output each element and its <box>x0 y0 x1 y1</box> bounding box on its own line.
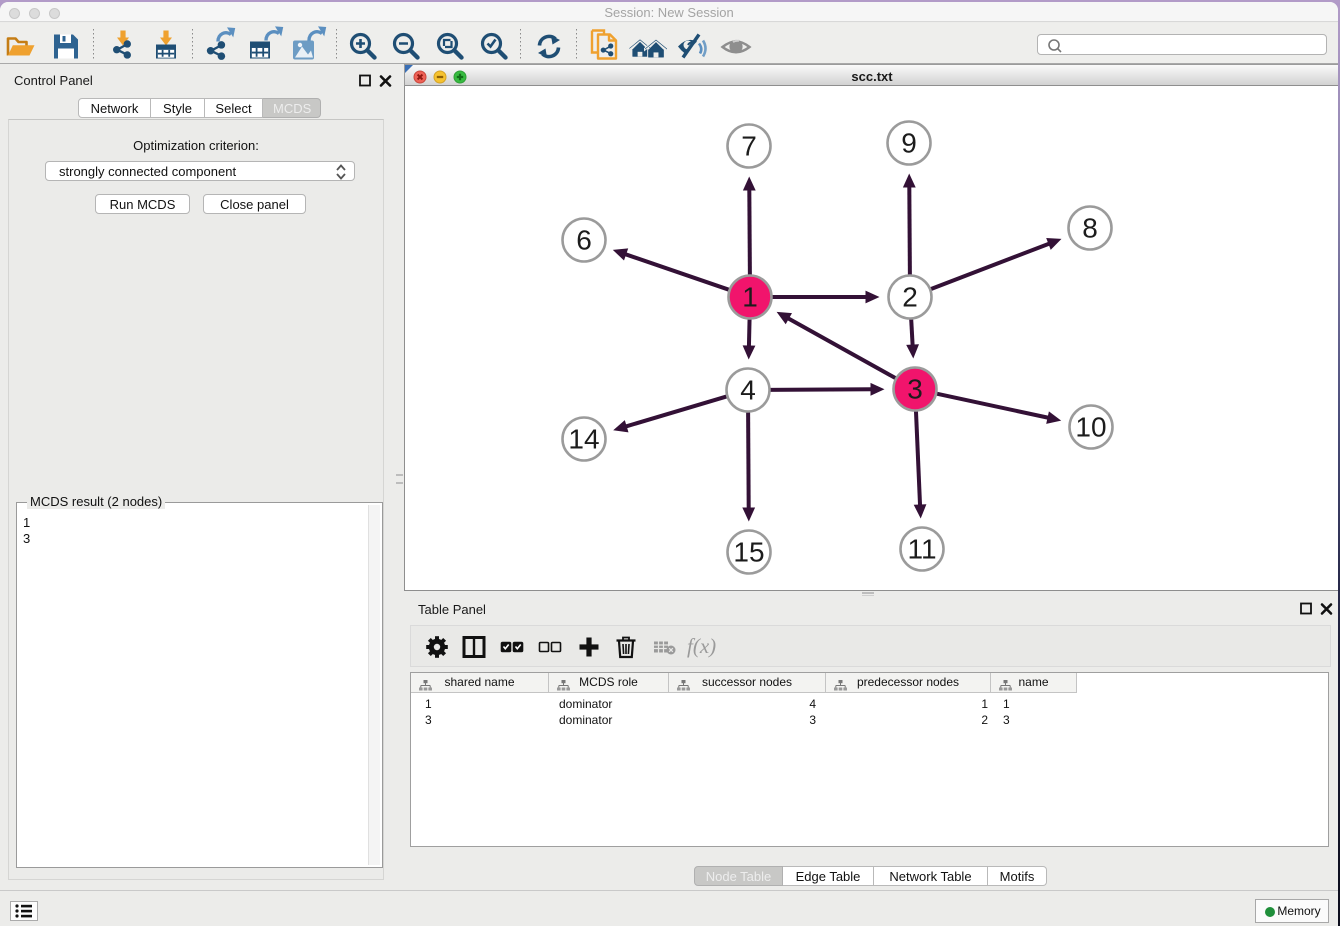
svg-text:2: 2 <box>902 282 918 313</box>
svg-text:9: 9 <box>901 128 917 159</box>
svg-text:1: 1 <box>742 282 758 313</box>
svg-text:11: 11 <box>907 534 936 565</box>
svg-text:7: 7 <box>741 131 757 162</box>
svg-text:4: 4 <box>740 375 756 406</box>
svg-text:3: 3 <box>907 374 923 405</box>
svg-text:15: 15 <box>733 537 764 568</box>
svg-text:10: 10 <box>1075 412 1106 443</box>
svg-text:8: 8 <box>1082 213 1098 244</box>
svg-text:14: 14 <box>568 424 599 455</box>
svg-text:6: 6 <box>576 225 592 256</box>
